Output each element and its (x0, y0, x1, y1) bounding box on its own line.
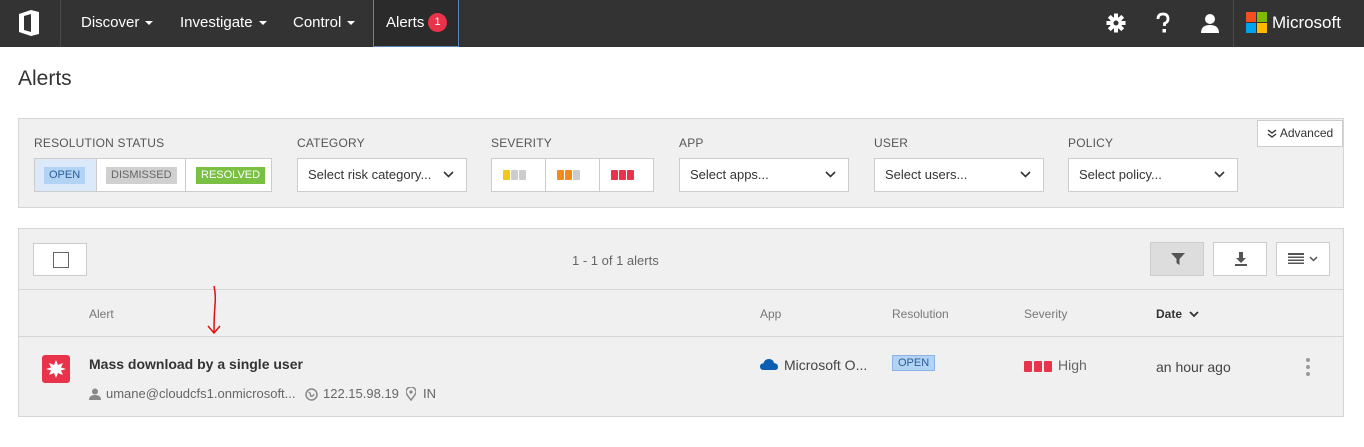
top-nav-bar: Discover Investigate Control Alerts 1 Mi… (0, 0, 1364, 47)
user-label: USER (874, 136, 909, 150)
user-icon (89, 388, 101, 400)
severity-medium-button[interactable] (546, 159, 600, 191)
resolution-open-button[interactable]: OPEN (35, 159, 97, 191)
severity-low-button[interactable] (492, 159, 546, 191)
annotation-arrow-icon (207, 285, 221, 335)
app-placeholder: Select apps... (690, 167, 769, 182)
resolution-status-toggle: OPEN DISMISSED RESOLVED (34, 158, 272, 192)
column-date[interactable]: Date (1156, 307, 1199, 321)
sort-descending-icon (1189, 311, 1199, 318)
alert-severity-icon (42, 355, 70, 383)
category-label: CATEGORY (297, 136, 365, 150)
nav-investigate[interactable]: Investigate (180, 0, 267, 47)
app-label: APP (679, 136, 704, 150)
severity-toggle (491, 158, 654, 192)
chevron-down-icon (145, 21, 154, 26)
policy-placeholder: Select policy... (1079, 167, 1162, 182)
resolved-label: RESOLVED (196, 167, 266, 184)
onedrive-cloud-icon (760, 359, 778, 370)
nav-divider (60, 0, 61, 47)
page-title: Alerts (18, 67, 72, 90)
advanced-filter-button[interactable]: Advanced (1257, 120, 1343, 147)
brand-name: Microsoft (1272, 13, 1341, 32)
user-placeholder: Select users... (885, 167, 968, 182)
chevron-down-icon (1214, 171, 1225, 178)
advanced-label: Advanced (1279, 126, 1334, 140)
alert-title-link[interactable]: Mass download by a single user (89, 356, 303, 372)
chevron-down-icon (825, 171, 836, 178)
open-label: OPEN (44, 167, 86, 184)
nav-control-label: Control (293, 14, 342, 31)
chevron-down-icon (443, 171, 454, 178)
nav-discover-label: Discover (81, 14, 140, 31)
app-select[interactable]: Select apps... (679, 158, 849, 192)
column-alert[interactable]: Alert (89, 307, 114, 321)
export-download-button[interactable] (1213, 242, 1267, 276)
table-row[interactable]: Mass download by a single user umane@clo… (19, 338, 1343, 416)
filter-toggle-button[interactable] (1150, 242, 1204, 276)
nav-control[interactable]: Control (293, 0, 356, 47)
policy-select[interactable]: Select policy... (1068, 158, 1238, 192)
microsoft-logo-icon (1246, 12, 1267, 33)
more-options-icon[interactable] (1305, 358, 1311, 376)
policy-label: POLICY (1068, 136, 1114, 150)
severity-high-button[interactable] (600, 159, 654, 191)
settings-gear-icon[interactable] (1105, 12, 1127, 34)
nav-investigate-label: Investigate (180, 14, 253, 31)
alert-user[interactable]: umane@cloudcfs1.onmicrosoft... (106, 386, 296, 401)
funnel-filter-icon (1171, 253, 1185, 265)
office-logo-icon[interactable] (17, 9, 41, 37)
alert-ip-address[interactable]: 122.15.98.19 (323, 386, 399, 401)
alert-severity-text: High (1058, 357, 1087, 373)
resolution-dismissed-button[interactable]: DISMISSED (97, 159, 186, 191)
list-columns-icon (1288, 253, 1304, 264)
chevron-down-icon (258, 21, 267, 26)
results-count: 1 - 1 of 1 alerts (572, 253, 659, 268)
severity-label: SEVERITY (491, 136, 552, 150)
category-placeholder: Select risk category... (308, 167, 432, 182)
high-severity-bars-icon (1024, 361, 1052, 372)
column-app[interactable]: App (760, 307, 781, 321)
help-question-icon[interactable] (1152, 12, 1174, 34)
filter-panel: RESOLUTION STATUS OPEN DISMISSED RESOLVE… (18, 118, 1344, 208)
checkbox-square-icon (53, 252, 69, 268)
burst-alert-icon (46, 360, 66, 378)
chevron-down-icon (1020, 171, 1031, 178)
alert-date: an hour ago (1156, 359, 1231, 375)
location-pin-icon (406, 387, 416, 401)
nav-discover[interactable]: Discover (81, 0, 154, 47)
chevron-down-icon (347, 21, 356, 26)
list-toolbar: 1 - 1 of 1 alerts (19, 229, 1343, 290)
resolution-status-badge: OPEN (892, 355, 936, 371)
resolution-status-label: RESOLUTION STATUS (34, 136, 165, 150)
resolution-resolved-button[interactable]: RESOLVED (186, 159, 271, 191)
column-severity[interactable]: Severity (1024, 307, 1067, 321)
column-date-label: Date (1156, 307, 1183, 321)
column-resolution[interactable]: Resolution (892, 307, 949, 321)
nav-alerts-label: Alerts (386, 14, 425, 31)
nav-divider (1233, 0, 1234, 47)
alerts-count-badge: 1 (428, 13, 447, 32)
chevron-down-icon (1309, 256, 1318, 262)
globe-icon (305, 388, 318, 401)
user-icon[interactable] (1199, 12, 1221, 34)
alert-location[interactable]: IN (423, 386, 436, 401)
alert-app-name[interactable]: Microsoft O... (784, 357, 867, 373)
table-settings-button[interactable] (1276, 242, 1330, 276)
category-select[interactable]: Select risk category... (297, 158, 467, 192)
double-chevron-down-icon (1267, 129, 1277, 138)
dismissed-label: DISMISSED (106, 167, 177, 184)
nav-alerts-tab[interactable]: Alerts 1 (373, 0, 459, 47)
select-all-checkbox[interactable] (33, 243, 87, 276)
download-icon (1235, 252, 1247, 266)
user-select[interactable]: Select users... (874, 158, 1044, 192)
